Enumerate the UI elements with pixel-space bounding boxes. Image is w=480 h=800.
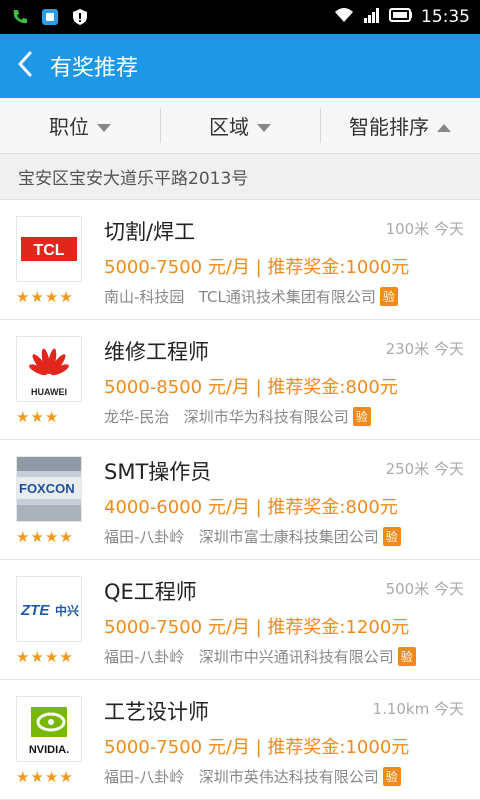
rating-stars: ★★★★ [16, 288, 74, 306]
job-item[interactable]: FOXCON ★★★★ SMT操作员 250米 今天 4000-6000 元/月… [0, 440, 480, 560]
nvidia-logo-text: NVIDIA. [29, 744, 69, 756]
job-title: 切割/焊工 [104, 220, 196, 244]
location-company: 福田-八卦岭 深圳市中兴通讯科技有限公司验 [104, 646, 416, 667]
job-area: 福田-八卦岭 [104, 648, 185, 666]
filter-area[interactable]: 区域 [160, 98, 320, 153]
rating-stars: ★★★★ [16, 528, 74, 546]
svg-text:中兴: 中兴 [55, 603, 79, 618]
zte-logo: ZTE 中兴 [16, 576, 82, 642]
company-name: 深圳市华为科技有限公司 [183, 408, 349, 426]
job-item[interactable]: NVIDIA. ★★★★ 工艺设计师 1.10km 今天 5000-7500 元… [0, 680, 480, 800]
rating-stars: ★★★★ [16, 768, 74, 786]
svg-text:ZTE: ZTE [20, 602, 50, 619]
rating-stars: ★★★ [16, 408, 60, 426]
triangle-down-icon [97, 114, 111, 138]
distance-time: 1.10km 今天 [372, 700, 464, 718]
job-title: 工艺设计师 [104, 700, 209, 724]
svg-text:TCL: TCL [33, 242, 64, 259]
location-company: 福田-八卦岭 深圳市英伟达科技有限公司验 [104, 766, 401, 787]
location-company: 福田-八卦岭 深圳市富士康科技集团公司验 [104, 526, 401, 547]
clock: 15:35 [421, 7, 470, 27]
salary-reward: 5000-7500 元/月 | 推荐奖金:1000元 [104, 257, 410, 278]
job-area: 福田-八卦岭 [104, 768, 185, 786]
phone-icon [10, 7, 30, 27]
page-title: 有奖推荐 [50, 56, 139, 81]
job-list: TCL ★★★★ 切割/焊工 100米 今天 5000-7500 元/月 | 推… [0, 200, 480, 800]
rating-stars: ★★★★ [16, 648, 74, 666]
app-bar: 有奖推荐 [0, 34, 480, 98]
filter-label: 智能排序 [349, 115, 429, 139]
company-name: 深圳市英伟达科技有限公司 [198, 768, 379, 786]
verified-badge: 验 [379, 287, 398, 306]
current-address: 宝安区宝安大道乐平路2013号 [0, 154, 480, 200]
location-company: 南山-科技园 TCL通讯技术集团有限公司验 [104, 286, 398, 307]
job-item[interactable]: ZTE 中兴 ★★★★ QE工程师 500米 今天 5000-7500 元/月 … [0, 560, 480, 680]
company-name: TCL通讯技术集团有限公司 [198, 288, 376, 306]
distance-time: 230米 今天 [385, 340, 464, 358]
job-title: 维修工程师 [104, 340, 209, 364]
filter-position[interactable]: 职位 [0, 98, 160, 153]
filter-bar: 职位 区域 智能排序 [0, 98, 480, 154]
distance-time: 500米 今天 [385, 580, 464, 598]
job-area: 南山-科技园 [104, 288, 185, 306]
battery-icon [389, 7, 413, 27]
job-item[interactable]: HUAWEI ★★★ 维修工程师 230米 今天 5000-8500 元/月 |… [0, 320, 480, 440]
job-title: QE工程师 [104, 580, 197, 604]
app-square-icon [40, 7, 60, 27]
filter-sort[interactable]: 智能排序 [320, 98, 480, 153]
job-item[interactable]: TCL ★★★★ 切割/焊工 100米 今天 5000-7500 元/月 | 推… [0, 200, 480, 320]
triangle-down-icon [257, 114, 271, 138]
wifi-icon [333, 7, 355, 28]
svg-text:FOXCON: FOXCON [19, 481, 75, 496]
verified-badge: 验 [352, 407, 371, 426]
job-area: 福田-八卦岭 [104, 528, 185, 546]
distance-time: 100米 今天 [385, 220, 464, 238]
shield-icon [70, 7, 90, 27]
filter-label: 职位 [49, 115, 89, 139]
filter-label: 区域 [209, 115, 249, 139]
job-title: SMT操作员 [104, 460, 212, 484]
tcl-logo: TCL [16, 216, 82, 282]
triangle-up-icon [437, 114, 451, 138]
distance-time: 250米 今天 [385, 460, 464, 478]
nvidia-logo: NVIDIA. [16, 696, 82, 762]
verified-badge: 验 [382, 527, 401, 546]
foxconn-logo: FOXCON [16, 456, 82, 522]
company-name: 深圳市富士康科技集团公司 [198, 528, 379, 546]
verified-badge: 验 [382, 767, 401, 786]
salary-reward: 4000-6000 元/月 | 推荐奖金:800元 [104, 497, 398, 518]
back-button[interactable] [0, 34, 50, 98]
location-company: 龙华-民治 深圳市华为科技有限公司验 [104, 406, 371, 427]
status-bar: 15:35 [0, 0, 480, 34]
salary-reward: 5000-7500 元/月 | 推荐奖金:1000元 [104, 737, 410, 758]
salary-reward: 5000-7500 元/月 | 推荐奖金:1200元 [104, 617, 410, 638]
back-arrow-icon [15, 50, 35, 82]
verified-badge: 验 [397, 647, 416, 666]
salary-reward: 5000-8500 元/月 | 推荐奖金:800元 [104, 377, 398, 398]
huawei-logo-text: HUAWEI [31, 387, 67, 397]
company-name: 深圳市中兴通讯科技有限公司 [198, 648, 394, 666]
job-area: 龙华-民治 [104, 408, 170, 426]
huawei-logo: HUAWEI [16, 336, 82, 402]
signal-icon [363, 7, 381, 28]
